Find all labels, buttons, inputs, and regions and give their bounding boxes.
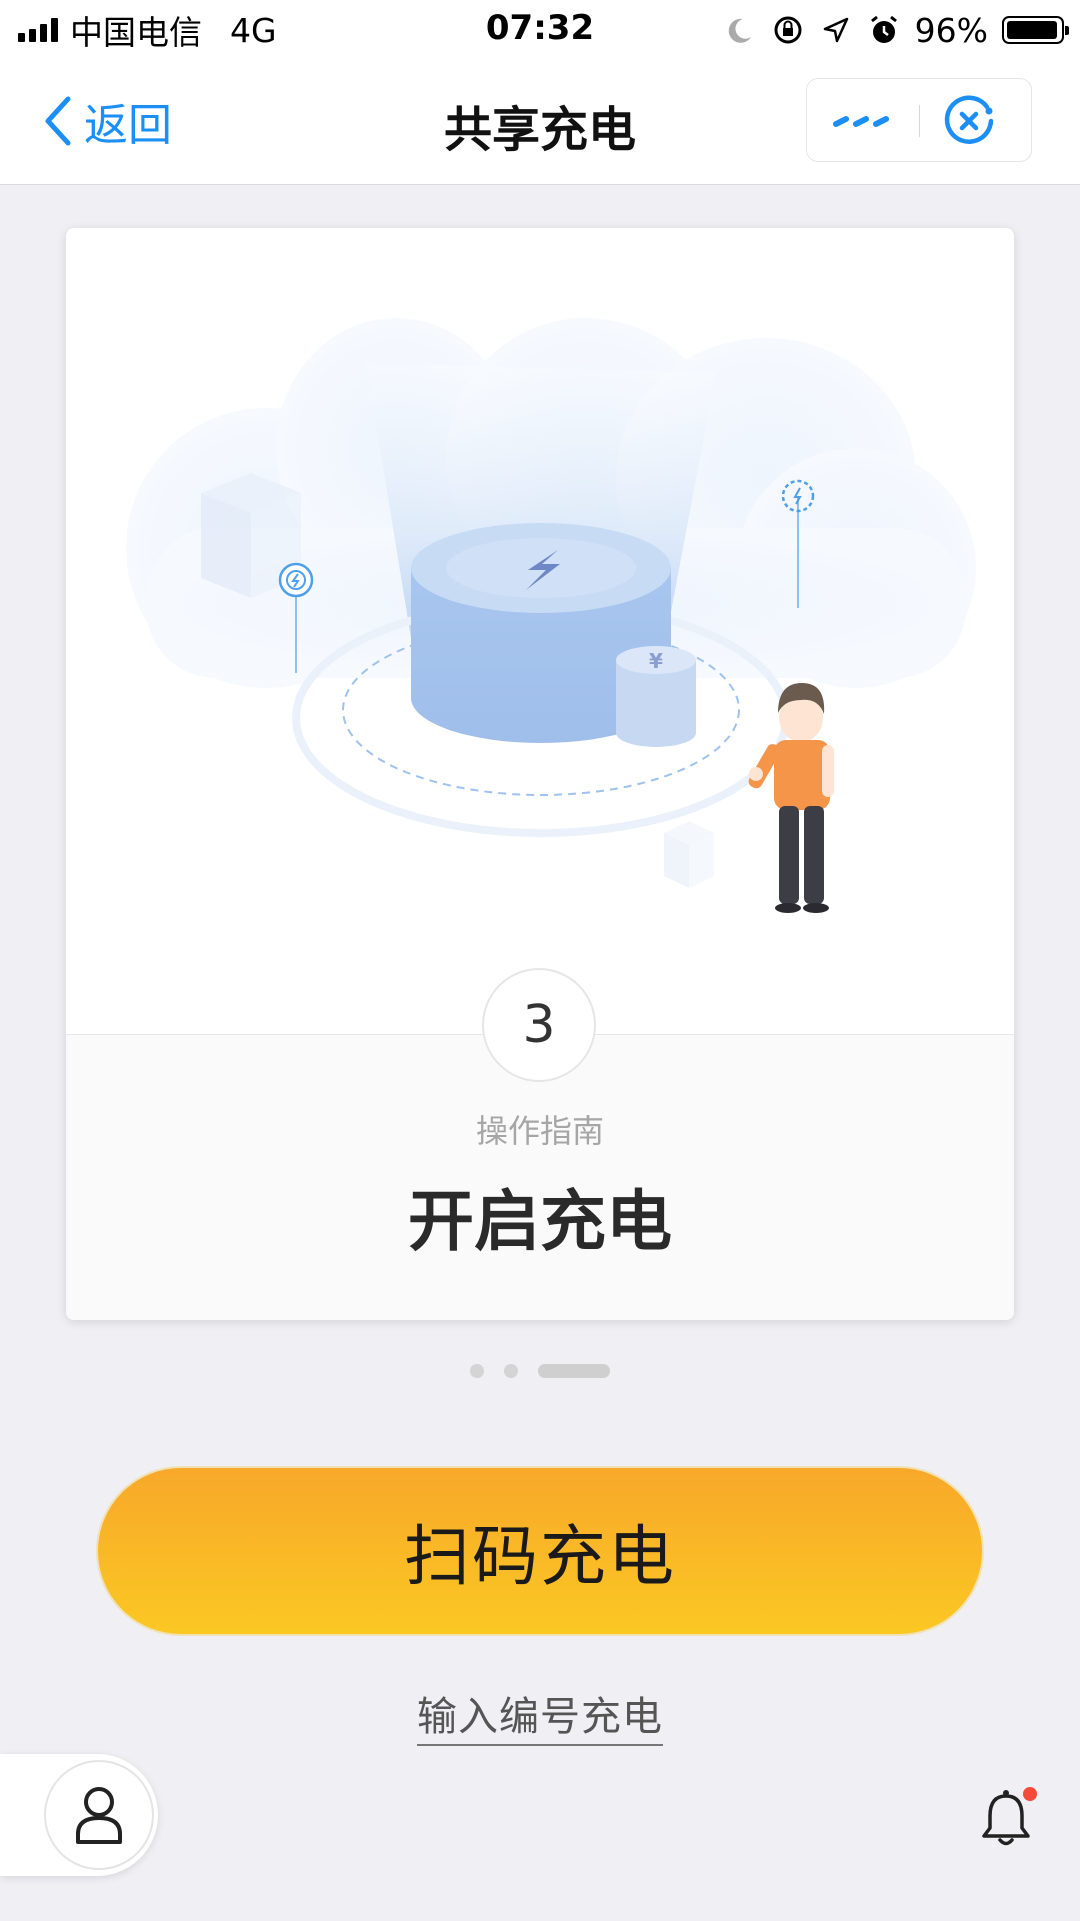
capsule-divider (919, 105, 920, 137)
more-icon (833, 116, 889, 127)
notification-dot (1023, 1787, 1037, 1801)
more-button[interactable] (827, 96, 897, 146)
back-button[interactable]: 返回 (40, 88, 172, 154)
battery-percent: 96% (914, 10, 988, 50)
guide-label: 操作指南 (475, 1112, 604, 1150)
carousel-pagination (0, 1364, 1080, 1378)
step-title: 开启充电 (408, 1183, 672, 1260)
location-icon (823, 17, 848, 43)
charging-illustration: ¥ (126, 318, 976, 913)
alarm-icon (870, 15, 897, 43)
page-dot-active[interactable] (538, 1364, 610, 1378)
scan-charge-label: 扫码充电 (404, 1518, 676, 1595)
input-code-link[interactable]: 输入编号充电 (417, 1694, 663, 1746)
scan-charge-button[interactable]: 扫码充电 (96, 1466, 984, 1636)
status-bar: 中国电信 4G 07:32 96% (0, 0, 1080, 60)
battery-icon (1002, 16, 1069, 44)
close-mini-program-icon[interactable] (941, 93, 997, 149)
profile-button[interactable] (44, 1760, 154, 1870)
user-icon (76, 1787, 122, 1844)
step-number: 3 (482, 968, 596, 1082)
yen-icon: ¥ (649, 649, 663, 673)
back-label: 返回 (84, 100, 172, 151)
bell-icon[interactable] (978, 1784, 1038, 1850)
status-right: 96% (723, 8, 1069, 52)
moon-icon (728, 18, 751, 43)
rotation-lock-icon (774, 16, 802, 44)
page-dot[interactable] (504, 1364, 518, 1378)
nav-bar: 返回 共享充电 (0, 60, 1080, 185)
input-code-link-wrapper: 输入编号充电 (0, 1684, 1080, 1746)
guide-card[interactable]: ¥ 3 操作指南 开启充电 (66, 228, 1014, 1320)
person-illustration (748, 683, 834, 913)
page-dot[interactable] (470, 1364, 484, 1378)
mini-program-capsule (806, 78, 1032, 162)
chevron-left-icon (45, 96, 71, 146)
